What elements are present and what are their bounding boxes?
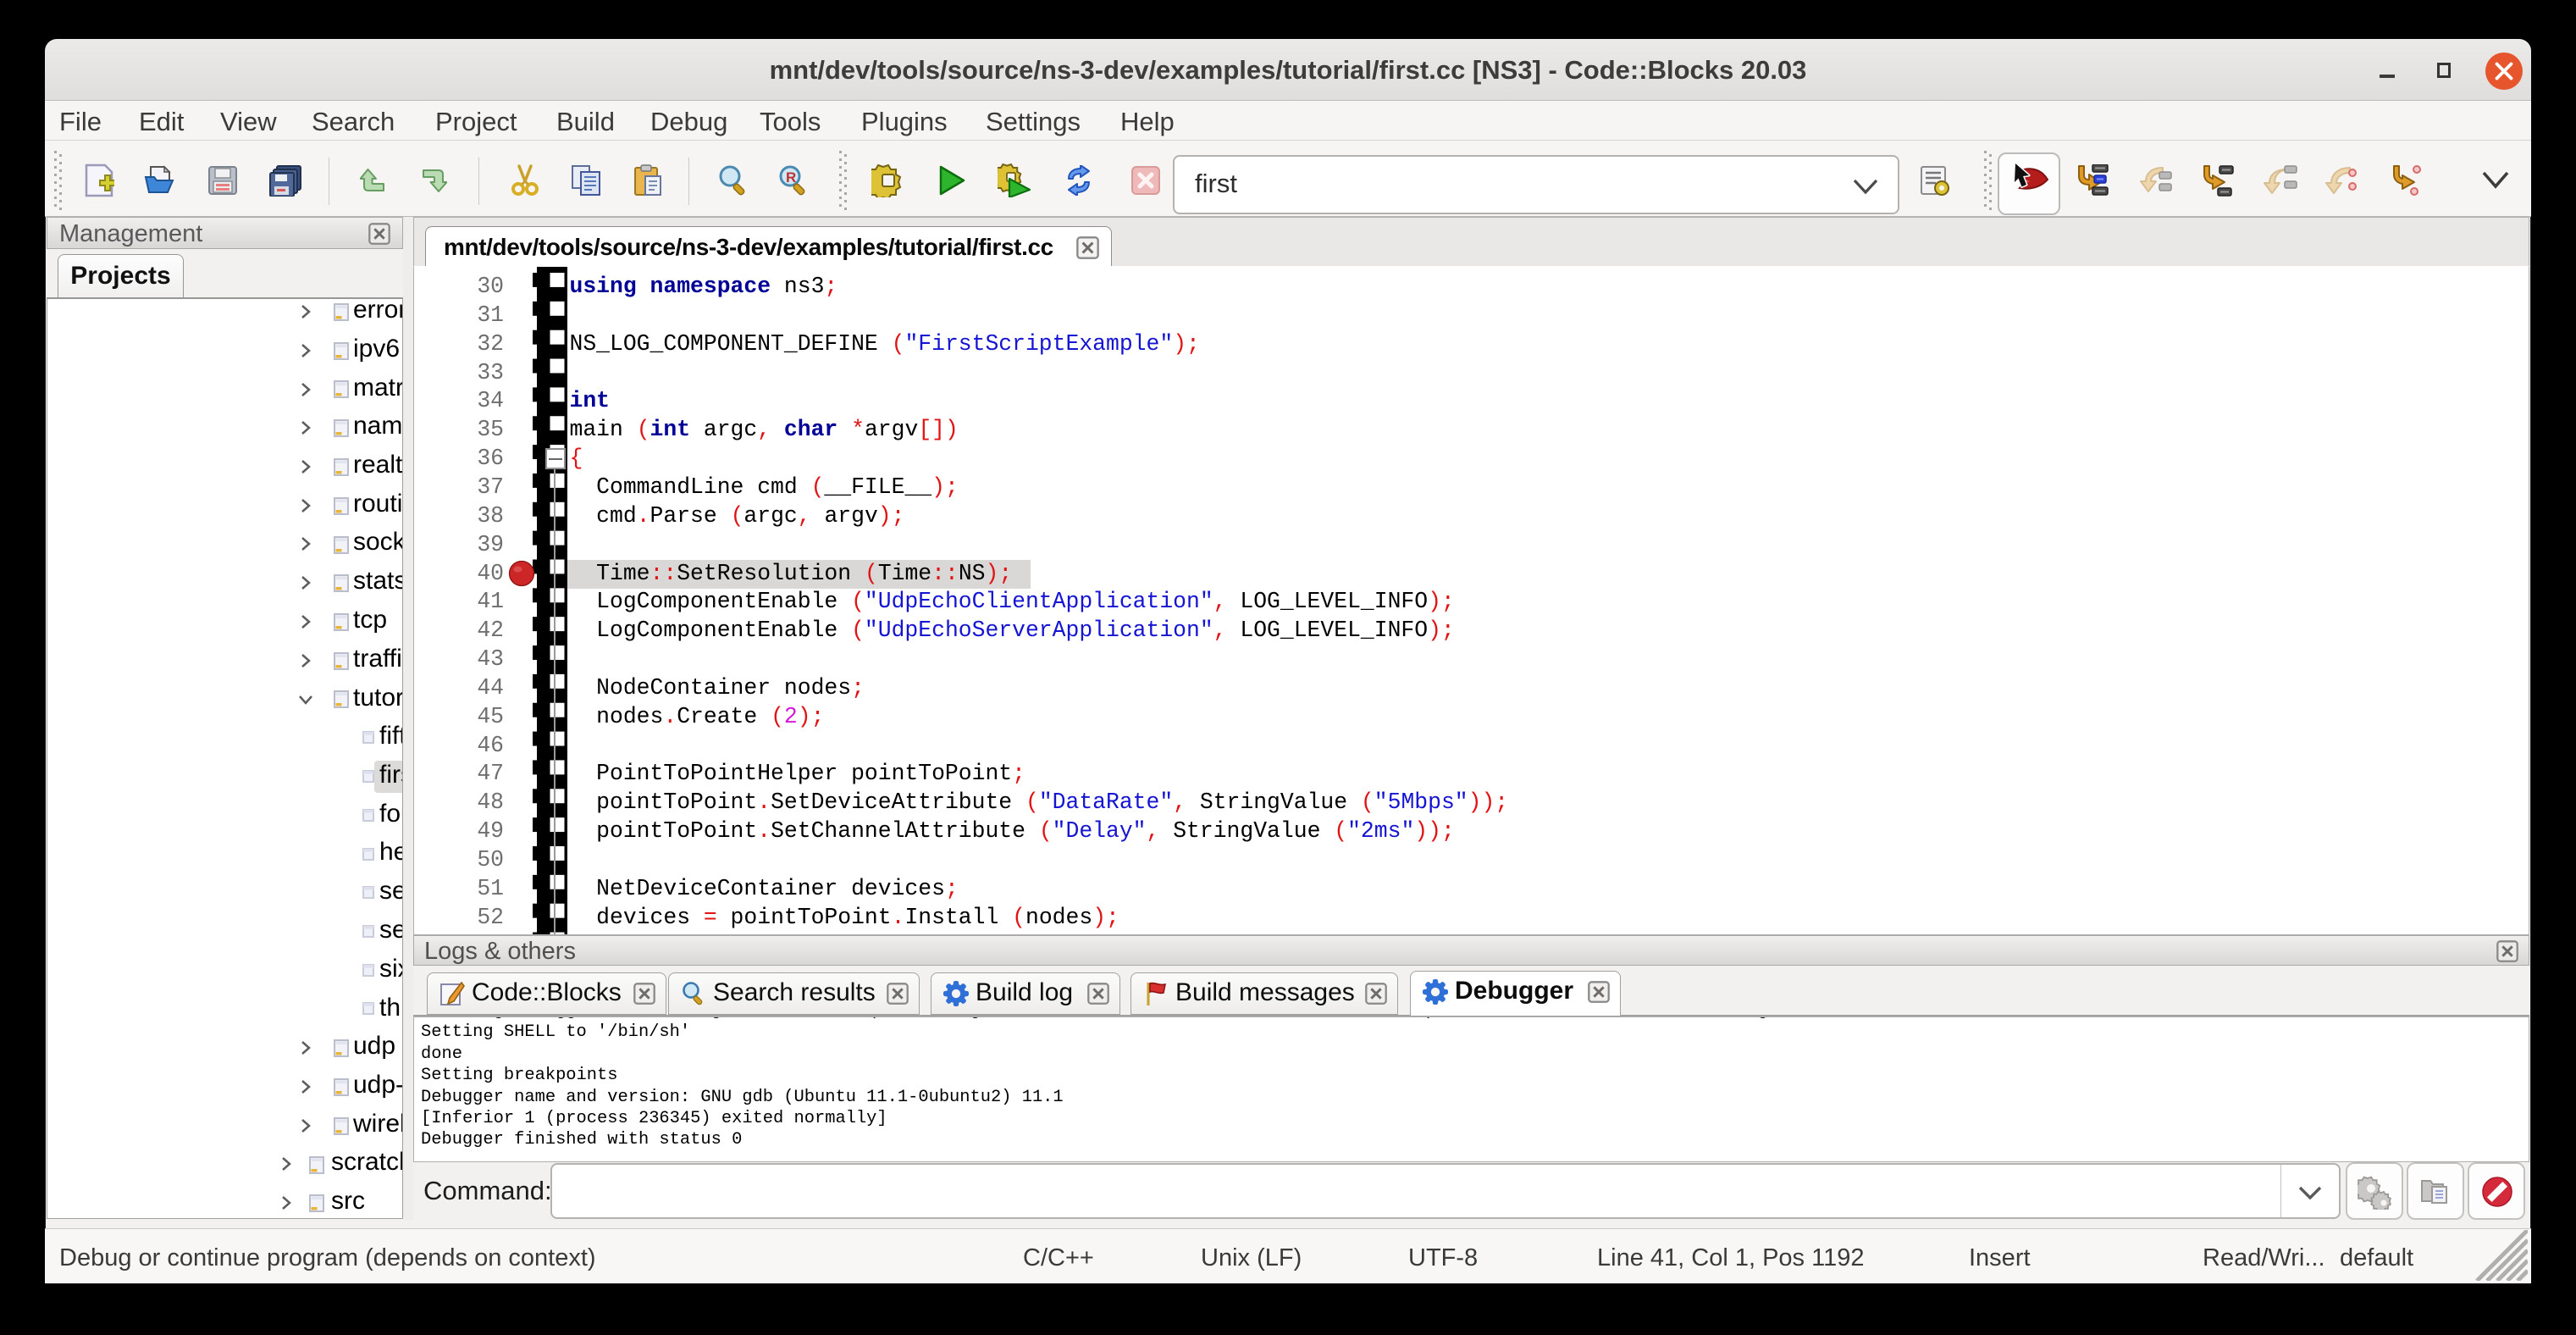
svg-text:R: R bbox=[786, 169, 796, 186]
